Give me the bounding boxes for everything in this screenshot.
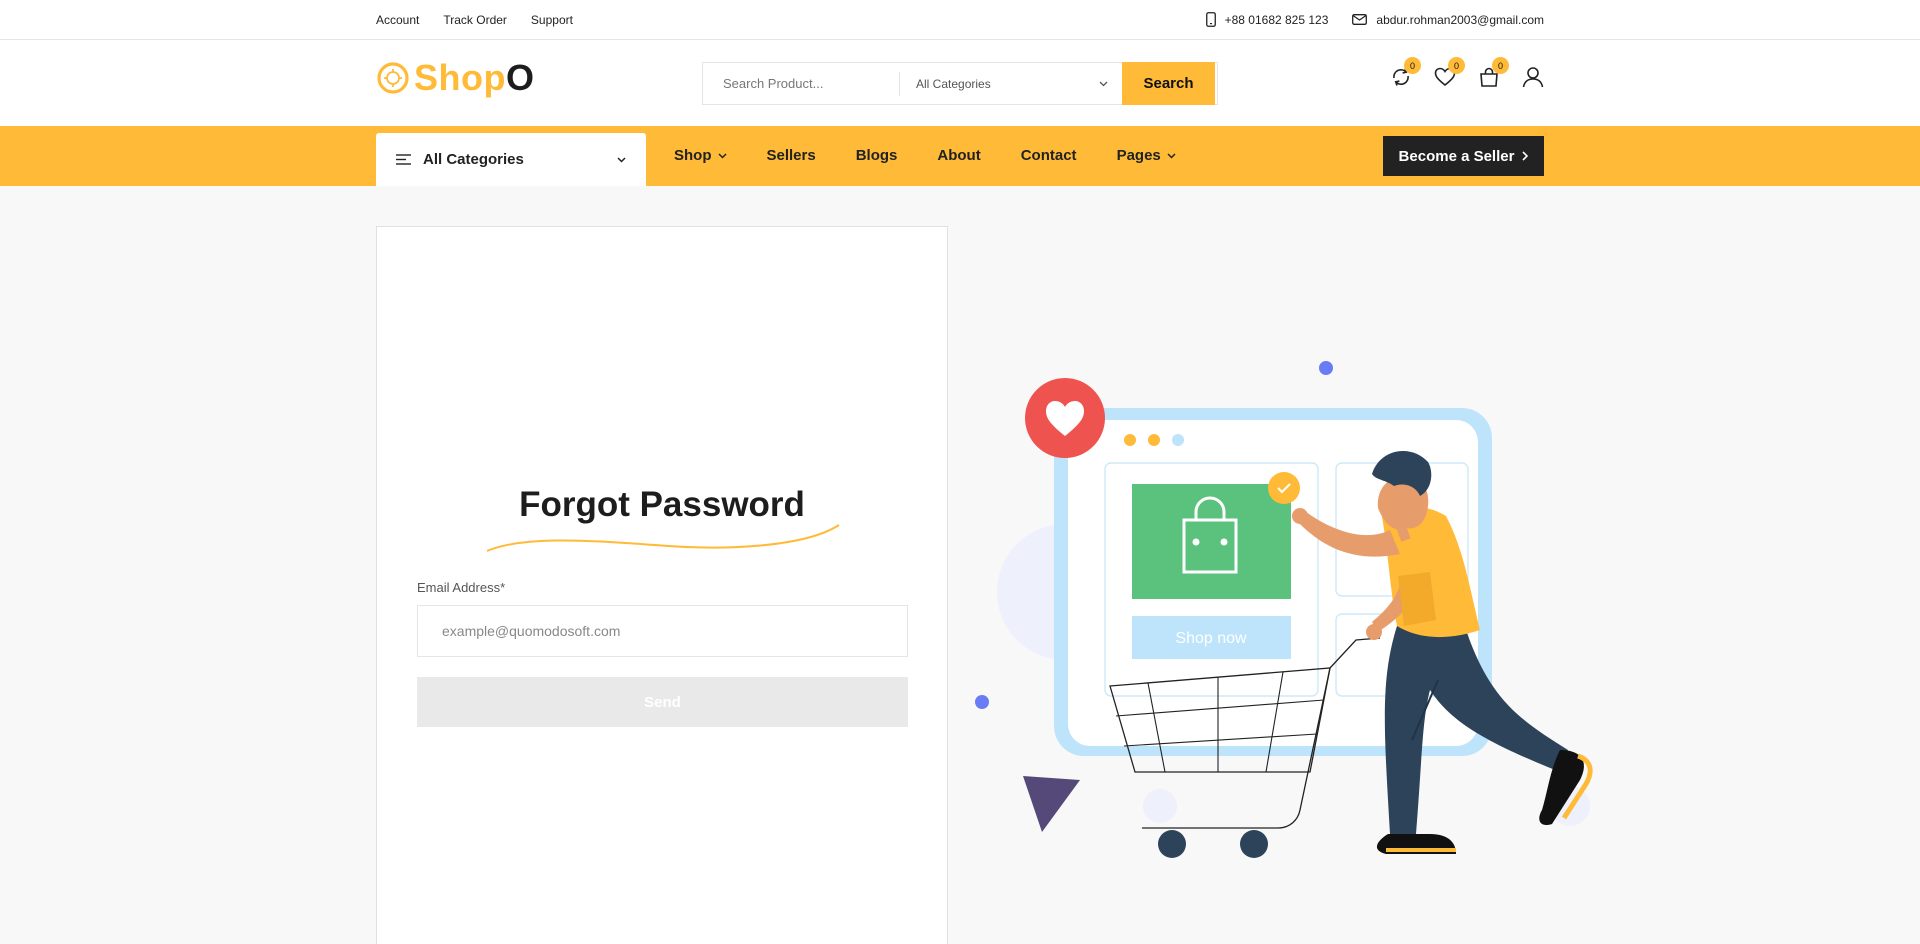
menu-lines-icon: [396, 154, 411, 165]
shop-now-text: Shop now: [1175, 630, 1247, 647]
category-select[interactable]: All Categories: [900, 63, 1122, 104]
email-field-label: Email Address*: [417, 580, 506, 595]
contact-info: +88 01682 825 123 abdur.rohman2003@gmail…: [1205, 12, 1544, 27]
product-card: Shop now: [1132, 472, 1300, 659]
email-field[interactable]: [417, 605, 908, 657]
top-bar: Account Track Order Support +88 01682 82…: [0, 0, 1920, 40]
cart-count-badge: 0: [1492, 57, 1509, 74]
nav-item-blogs[interactable]: Blogs: [856, 147, 898, 164]
nav-label: Pages: [1116, 147, 1161, 164]
nav-label: About: [937, 147, 981, 164]
email-address: abdur.rohman2003@gmail.com: [1376, 12, 1544, 27]
chevron-down-icon: [717, 152, 727, 159]
wishlist-button[interactable]: 0: [1434, 57, 1465, 88]
phone-number: +88 01682 825 123: [1224, 12, 1329, 27]
nav-item-contact[interactable]: Contact: [1021, 147, 1077, 164]
mail-icon: [1352, 14, 1368, 25]
account-link[interactable]: Account: [376, 13, 419, 27]
email-info: abdur.rohman2003@gmail.com: [1352, 13, 1544, 27]
nav-item-pages[interactable]: Pages: [1117, 147, 1176, 164]
nav-label: Shop: [674, 147, 712, 164]
header: ShopO All Categories Search 0 0 0: [0, 40, 1920, 126]
shopping-illustration: Shop now: [975, 361, 1593, 858]
nav-label: Sellers: [766, 147, 816, 164]
top-links: Account Track Order Support: [376, 13, 573, 27]
nav-label: Contact: [1020, 147, 1077, 164]
track-order-link[interactable]: Track Order: [443, 13, 507, 27]
compare-button[interactable]: 0: [1390, 57, 1421, 88]
support-link[interactable]: Support: [531, 13, 573, 27]
phone-icon: [1205, 12, 1216, 27]
become-seller-label: Become a Seller: [1398, 147, 1515, 165]
title-underline-swoosh: [486, 524, 840, 552]
user-icon: [1522, 67, 1544, 88]
header-icons: 0 0 0: [1390, 57, 1544, 88]
all-categories-label: All Categories: [423, 151, 524, 168]
compare-count-badge: 0: [1404, 57, 1421, 74]
logo[interactable]: ShopO: [376, 60, 535, 96]
all-categories-dropdown[interactable]: All Categories: [376, 133, 646, 186]
forgot-password-card: Forgot Password Email Address* Send: [376, 226, 948, 944]
nav-item-sellers[interactable]: Sellers: [767, 147, 816, 164]
main-navbar: All Categories Shop Sellers Blogs About …: [0, 126, 1920, 186]
send-button[interactable]: Send: [417, 677, 908, 727]
heart-badge: [1025, 378, 1105, 458]
chevron-right-icon: [1522, 151, 1529, 161]
nav-item-shop[interactable]: Shop: [674, 147, 727, 164]
account-button[interactable]: [1522, 66, 1544, 88]
category-select-label: All Categories: [916, 76, 991, 91]
cart-button[interactable]: 0: [1478, 57, 1509, 88]
nav-item-about[interactable]: About: [937, 147, 980, 164]
main-menu: Shop Sellers Blogs About Contact Pages: [674, 147, 1176, 164]
chevron-down-icon: [1167, 152, 1176, 159]
chevron-down-icon: [617, 156, 626, 163]
wishlist-count-badge: 0: [1448, 57, 1465, 74]
search-button[interactable]: Search: [1122, 62, 1215, 105]
search-bar: All Categories Search: [702, 62, 1218, 105]
search-input[interactable]: [703, 63, 899, 104]
logo-target-icon: [377, 62, 409, 94]
nav-label: Blogs: [855, 147, 898, 164]
phone-info: +88 01682 825 123: [1205, 12, 1329, 27]
logo-text: ShopO: [414, 57, 535, 98]
become-seller-button[interactable]: Become a Seller: [1383, 136, 1544, 176]
chevron-down-icon: [1099, 81, 1108, 86]
